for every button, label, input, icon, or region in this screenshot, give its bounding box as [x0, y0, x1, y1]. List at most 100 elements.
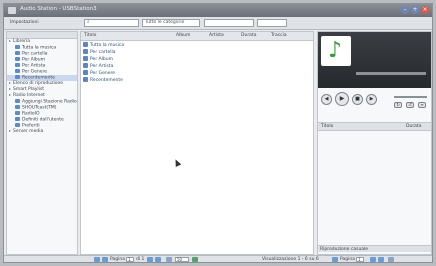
player-page-label: Pagina: [340, 257, 355, 262]
list-item-label: Recentemente: [90, 78, 123, 83]
playlist-mode-icon[interactable]: ≡: [418, 102, 426, 108]
page-number-field[interactable]: 1: [126, 257, 134, 262]
sidebar-item-label: Elenco di riproduzione: [13, 81, 64, 86]
music-note-icon: ♪: [328, 38, 343, 63]
play-button[interactable]: ▶: [335, 92, 349, 106]
expand-arrow-icon: [9, 87, 11, 90]
expand-arrow-icon: [9, 129, 11, 132]
volume-slider[interactable]: [394, 96, 427, 98]
player-next-page-button[interactable]: [370, 257, 376, 262]
sidebar-item-label: Preferiti: [22, 123, 40, 129]
page-of-label: di 1: [136, 257, 145, 262]
page-label: Pagina: [110, 257, 125, 262]
sidebar-item-label: Per cartella: [22, 51, 48, 57]
sidebar-item-label: SHOUTcast(TM): [22, 105, 57, 111]
search-options-select[interactable]: [257, 19, 287, 27]
music-folder-icon: [15, 111, 20, 115]
music-folder-icon: [83, 77, 88, 82]
search-input[interactable]: [204, 19, 254, 27]
sidebar-item-label: Recentemente: [22, 75, 55, 81]
track-info-bar: [356, 72, 426, 75]
first-page-button[interactable]: [94, 257, 100, 262]
music-folder-icon: [15, 117, 20, 121]
maximize-button[interactable]: +: [411, 6, 419, 14]
list-item-label: Per Artista: [90, 64, 114, 69]
last-page-button[interactable]: [155, 257, 161, 262]
music-folder-icon: [15, 105, 20, 109]
music-folder-icon: [83, 63, 88, 68]
previous-button[interactable]: ◀: [321, 94, 332, 105]
list-item-label: Per cartella: [90, 50, 116, 55]
sidebar-item-label: Per Genere: [22, 69, 47, 75]
music-folder-icon: [83, 42, 88, 47]
refresh-icon[interactable]: [166, 257, 172, 262]
music-folder-icon: [15, 69, 20, 73]
next-button[interactable]: ▶: [366, 94, 377, 105]
audio-station-window: Audio Station - USBStation3 – + × Impost…: [3, 3, 433, 263]
toolbar: Impostazioni ⌕ Tutte le categorie: [4, 17, 432, 30]
music-folder-icon: [15, 45, 20, 49]
column-track[interactable]: Traccia: [271, 33, 287, 38]
music-folder-icon: [15, 63, 20, 67]
sidebar-item-label: Aggiungi Stazione Radio: [22, 99, 77, 105]
now-playing-art: ♪: [318, 32, 431, 88]
per-page-select[interactable]: 50: [175, 257, 189, 262]
player-last-page-button[interactable]: [378, 257, 384, 262]
stop-button[interactable]: ■: [352, 94, 363, 105]
queue-footer: Riproduzione casuale: [318, 245, 431, 252]
list-item-label: Per Genere: [90, 71, 115, 76]
music-folder-icon: [83, 49, 88, 54]
track-list-panel: Titolo Album Artista Durata Traccia Tutt…: [80, 31, 314, 255]
prev-page-button[interactable]: [102, 257, 108, 262]
shuffle-icon[interactable]: ⤮: [406, 102, 414, 108]
next-page-button[interactable]: [147, 257, 153, 262]
player-refresh-icon[interactable]: [388, 257, 394, 262]
column-album[interactable]: Album: [176, 33, 190, 38]
search-scope-select[interactable]: ⌕: [84, 19, 139, 27]
minimize-button[interactable]: –: [401, 6, 409, 14]
column-artist[interactable]: Artista: [209, 33, 224, 38]
status-bar: Pagina 1 di 1 50 Visualizzazione 1 - 6 s…: [4, 255, 432, 262]
expand-arrow-icon: [9, 93, 11, 96]
music-folder-icon: [15, 75, 20, 79]
app-icon: [8, 7, 16, 14]
column-duration[interactable]: Durata: [241, 33, 256, 38]
player-controls: ◀ ▶ ■ ▶ ↻ ⤮ ≡: [318, 90, 431, 108]
music-folder-icon: [15, 51, 20, 55]
sidebar-item-label: RadioIO: [22, 111, 40, 117]
close-button[interactable]: ×: [421, 6, 429, 14]
sidebar-item-label: Libreria: [13, 39, 30, 44]
music-folder-icon: [15, 57, 20, 61]
list-item[interactable]: Per Album: [83, 56, 113, 63]
list-item[interactable]: Per Genere: [83, 70, 115, 77]
sidebar-item-label: Per Artista: [22, 63, 46, 69]
sidebar-item-label: Smart Playlist: [13, 87, 45, 92]
sidebar-header: [7, 32, 77, 39]
player-first-page-button[interactable]: [332, 257, 338, 262]
settings-label[interactable]: Impostazioni: [10, 20, 39, 25]
music-folder-icon: [15, 99, 20, 103]
sidebar-item-label: Server media: [13, 129, 44, 134]
expand-arrow-icon: [9, 81, 11, 84]
music-folder-icon: [83, 70, 88, 75]
list-item[interactable]: Recentemente: [83, 77, 123, 84]
sidebar-item-label: Tutta la musica: [22, 45, 57, 51]
title-bar: Audio Station - USBStation3 – + ×: [4, 4, 432, 17]
list-item[interactable]: Per Artista: [83, 63, 113, 70]
apply-button[interactable]: [192, 257, 198, 262]
expand-arrow-icon: [9, 39, 11, 42]
category-select[interactable]: Tutte le categorie: [142, 19, 200, 27]
list-item-label: Per Album: [90, 57, 114, 62]
repeat-icon[interactable]: ↻: [394, 102, 402, 108]
table-header: Titolo Album Artista Durata Traccia: [81, 32, 313, 41]
list-item[interactable]: Per cartella: [83, 49, 115, 56]
queue-column-title[interactable]: Titolo: [321, 124, 333, 129]
sidebar-section[interactable]: Server media: [7, 129, 77, 135]
queue-column-duration[interactable]: Durata: [406, 124, 421, 129]
list-item[interactable]: Tutta la musica: [83, 42, 124, 49]
items-info: Visualizzazione 1 - 6 su 6: [262, 257, 319, 262]
player-page-field[interactable]: 1: [356, 257, 364, 262]
music-folder-icon: [15, 123, 20, 127]
column-title[interactable]: Titolo: [84, 33, 96, 38]
sidebar-item-label: Definiti dall'utente: [22, 117, 64, 123]
